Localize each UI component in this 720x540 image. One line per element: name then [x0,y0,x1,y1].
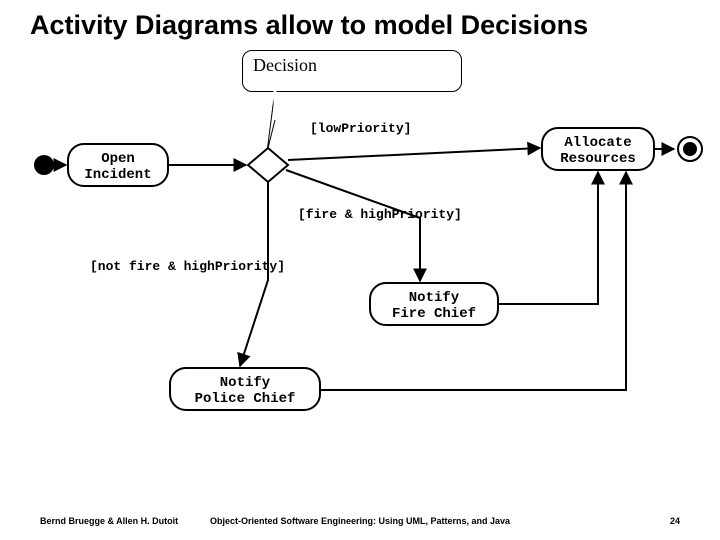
svg-text:Resources: Resources [560,151,636,167]
node-open-incident: Open Incident [68,144,168,186]
node-notify-police-chief: Notify Police Chief [170,368,320,410]
svg-text:Allocate: Allocate [564,135,631,151]
svg-text:Notify: Notify [409,290,460,306]
final-node [678,137,702,161]
svg-text:Fire Chief: Fire Chief [392,306,476,322]
svg-text:Notify: Notify [220,375,271,391]
guard-fire-high: [fire & highPriority] [298,207,462,222]
guard-low-priority: [lowPriority] [310,121,411,136]
svg-text:Police Chief: Police Chief [195,391,296,407]
footer-title: Object-Oriented Software Engineering: Us… [0,516,720,526]
initial-node [34,155,54,175]
footer-page: 24 [670,516,680,526]
svg-text:Incident: Incident [84,167,151,183]
node-notify-fire-chief: Notify Fire Chief [370,283,498,325]
slide-title: Activity Diagrams allow to model Decisio… [30,10,588,41]
decision-diamond [248,148,288,182]
decision-callout: Decision [242,50,462,92]
node-allocate-resources: Allocate Resources [542,128,654,170]
svg-text:Open: Open [101,151,135,167]
activity-diagram: Open Incident Allocate Resources [lowPri… [0,90,720,460]
guard-not-fire-high: [not fire & highPriority] [90,259,285,274]
